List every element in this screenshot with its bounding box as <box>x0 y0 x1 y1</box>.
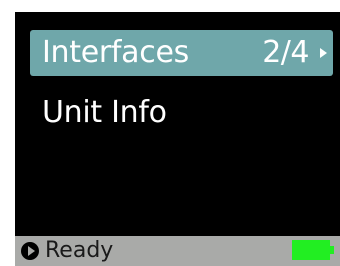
menu-item-label: Unit Info <box>42 95 167 130</box>
menu-item-label: Interfaces <box>42 35 189 70</box>
device-screen: Interfaces 2/4 Unit Info Ready <box>15 12 340 266</box>
menu-item-interfaces[interactable]: Interfaces 2/4 <box>30 30 333 76</box>
play-circle-icon <box>21 242 39 260</box>
status-bar: Ready <box>15 236 340 266</box>
menu-item-index: 2/4 <box>262 35 309 70</box>
status-text: Ready <box>45 238 114 263</box>
menu-item-unit-info[interactable]: Unit Info <box>30 90 333 136</box>
chevron-right-icon <box>320 48 327 58</box>
battery-icon <box>292 240 334 260</box>
